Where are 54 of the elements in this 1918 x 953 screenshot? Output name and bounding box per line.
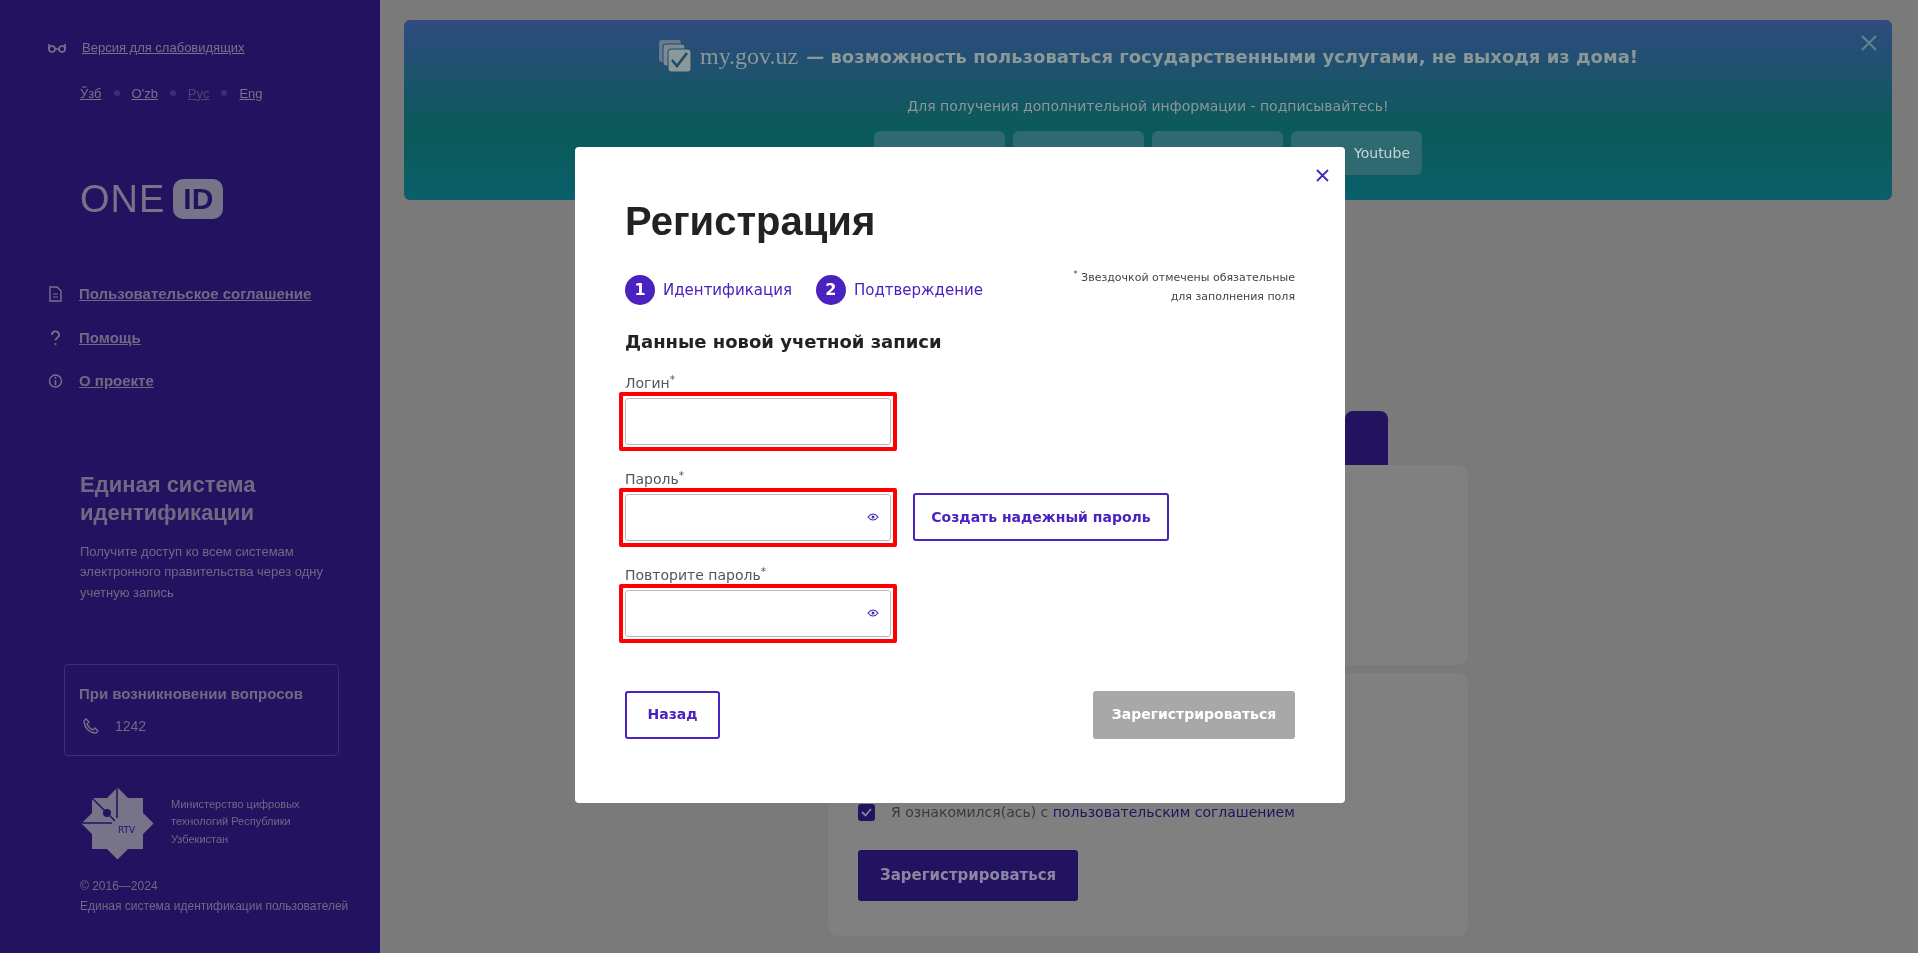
site-name: my.gov.uz xyxy=(700,42,799,71)
input-field[interactable] xyxy=(625,493,891,541)
step-number: 1 xyxy=(625,275,655,305)
logo-text: ONE xyxy=(80,180,166,218)
eye-icon[interactable] xyxy=(867,608,879,617)
tab[interactable] xyxy=(1345,411,1388,466)
step-number: 2 xyxy=(815,275,846,305)
ministry-name: Министерство цифровых технологий Республики Узбекистан xyxy=(171,796,301,847)
close-icon xyxy=(1316,169,1329,182)
field-label: Пароль$^{*}$ xyxy=(625,471,685,488)
question-icon xyxy=(48,329,63,346)
glasses-icon xyxy=(48,42,66,53)
language-link[interactable]: Ўзб xyxy=(80,83,102,103)
menu-link[interactable]: О проекте xyxy=(79,370,154,393)
close-icon xyxy=(1860,33,1878,52)
field-label: Логин$^{*}$ xyxy=(625,375,676,393)
generate-password-button[interactable]: Создать надежный пароль xyxy=(913,493,1169,542)
document-icon xyxy=(48,286,63,303)
dialog-title: Регистрация xyxy=(625,198,877,245)
register-button[interactable]: Зарегистрироваться xyxy=(858,850,1079,901)
eye-icon[interactable] xyxy=(867,512,879,521)
banner-subtitle: Для получения дополнительной информации - подписывайтесь! xyxy=(906,97,1390,116)
section-title: Данные новой учетной записи xyxy=(625,330,943,355)
banner-headline: — возможность пользоваться государственными услугами, не выходя из дома! xyxy=(806,44,1638,69)
step-label: Идентификация xyxy=(663,279,792,301)
agreement-link[interactable]: пользовательским соглашением xyxy=(1052,804,1295,820)
separator-dot xyxy=(113,90,120,97)
checkbox[interactable] xyxy=(858,804,875,821)
separator-dot xyxy=(221,90,228,97)
agreement-text: Я ознакомился(ась) с пользовательским соглашением xyxy=(891,803,1295,822)
separator-dot xyxy=(169,90,176,97)
field-label: Повторите пароль$^{*}$ xyxy=(625,566,767,584)
phone-number: 1242 xyxy=(115,716,147,736)
sidebar-heading: Единая система идентификации xyxy=(80,470,257,528)
phone-icon xyxy=(83,718,99,735)
logo-badge: ID xyxy=(173,179,224,219)
menu-link[interactable]: Пользовательское соглашение xyxy=(79,283,312,306)
checkmark-icon xyxy=(861,808,872,817)
ministry-logo-icon: RTV xyxy=(80,785,155,861)
info-icon xyxy=(48,373,63,390)
footer-text: Единая система идентификации пользователей xyxy=(80,897,350,915)
accessibility-link[interactable]: Версия для слабовидящих xyxy=(82,38,245,58)
menu-link[interactable]: Помощь xyxy=(79,326,141,349)
sidebar-description: Получите доступ ко всем системам электронного правительства через одну учетную запись xyxy=(80,542,324,603)
required-note: $^{*}$ Звездочкой отмечены обязательные для заполнения поля xyxy=(1072,269,1295,305)
back-button[interactable]: Назад xyxy=(625,690,720,739)
input-field[interactable] xyxy=(625,589,891,637)
step-label: Подтверждение xyxy=(853,279,983,301)
support-title: При возникновении вопросов xyxy=(79,684,304,705)
copyright-text: © 2016—2024 xyxy=(80,877,159,895)
language-link[interactable]: O'zb xyxy=(131,83,158,103)
checkbox-stack-icon xyxy=(658,39,692,73)
input-field[interactable] xyxy=(625,398,891,446)
language-link[interactable]: Eng xyxy=(239,83,263,103)
